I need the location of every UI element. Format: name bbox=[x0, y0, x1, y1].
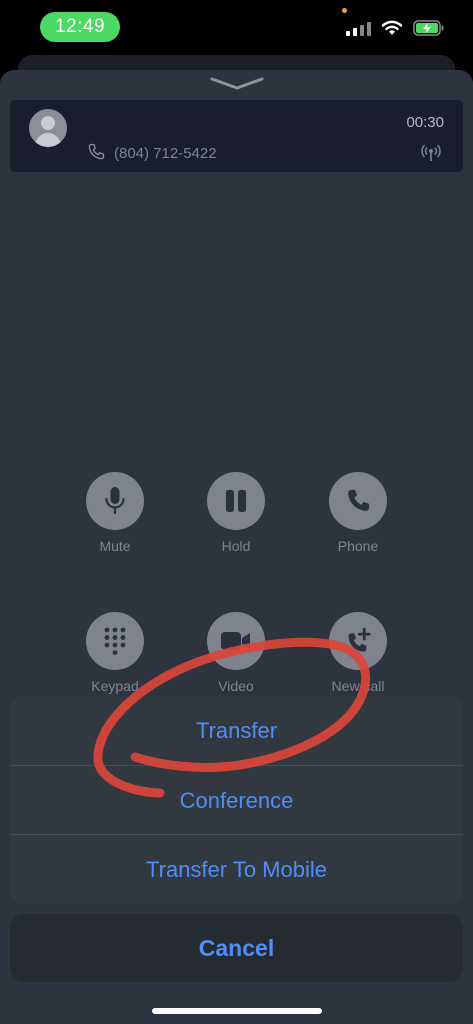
video-icon bbox=[207, 612, 265, 670]
microphone-icon bbox=[86, 472, 144, 530]
keypad-icon bbox=[86, 612, 144, 670]
status-icons bbox=[346, 20, 445, 36]
mute-button[interactable]: Mute bbox=[65, 472, 165, 554]
conference-option[interactable]: Conference bbox=[10, 765, 463, 835]
transfer-to-mobile-option[interactable]: Transfer To Mobile bbox=[10, 834, 463, 904]
phone-label: Phone bbox=[337, 538, 379, 554]
avatar bbox=[29, 109, 67, 147]
new-call-icon bbox=[329, 612, 387, 670]
call-timer: 00:30 bbox=[406, 114, 444, 131]
broadcast-icon bbox=[421, 144, 441, 161]
keypad-label: Keypad bbox=[91, 678, 139, 694]
caller-number: (804) 712-5422 bbox=[114, 145, 217, 162]
cellular-signal-icon bbox=[346, 20, 371, 36]
status-bar: 12:49 bbox=[0, 0, 473, 60]
action-sheet: Transfer Conference Transfer To Mobile bbox=[10, 696, 463, 904]
active-call-card[interactable]: (804) 712-5422 00:30 bbox=[10, 100, 463, 172]
battery-charging-icon bbox=[413, 20, 444, 36]
phone-icon bbox=[88, 143, 105, 160]
transfer-option[interactable]: Transfer bbox=[10, 696, 463, 765]
keypad-button[interactable]: Keypad bbox=[65, 612, 165, 694]
video-button[interactable]: Video bbox=[186, 612, 286, 694]
wifi-icon bbox=[381, 20, 403, 35]
cancel-button[interactable]: Cancel bbox=[10, 914, 463, 982]
home-indicator[interactable] bbox=[152, 1008, 322, 1014]
video-label: Video bbox=[218, 678, 254, 694]
chevron-down-icon[interactable] bbox=[210, 75, 264, 91]
hold-button[interactable]: Hold bbox=[186, 472, 286, 554]
new-call-label: New call bbox=[331, 678, 385, 694]
privacy-dot-indicator bbox=[342, 8, 347, 13]
phone-icon bbox=[329, 472, 387, 530]
mute-label: Mute bbox=[99, 538, 131, 554]
status-time[interactable]: 12:49 bbox=[40, 12, 120, 42]
new-call-button[interactable]: New call bbox=[308, 612, 408, 694]
pause-icon bbox=[207, 472, 265, 530]
hold-label: Hold bbox=[221, 538, 251, 554]
phone-button[interactable]: Phone bbox=[308, 472, 408, 554]
